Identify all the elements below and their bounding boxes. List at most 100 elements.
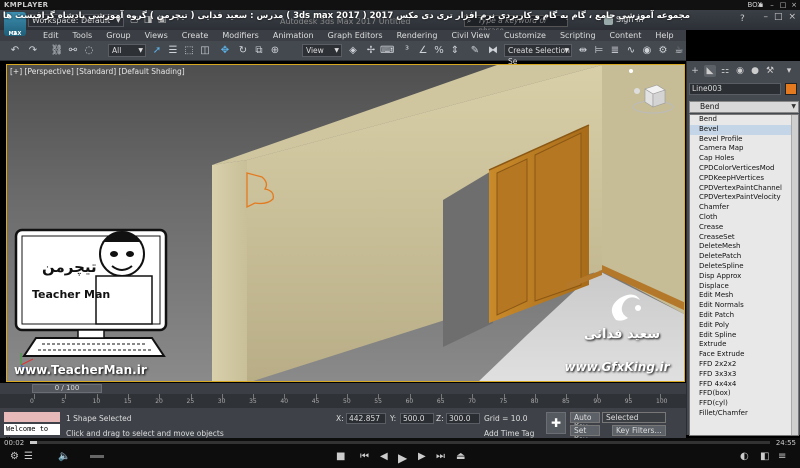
subtitle-icon[interactable]: ◧ [760, 451, 769, 462]
maxscript-listener[interactable]: Welcome to M. [4, 424, 60, 444]
modifier-item[interactable]: Cloth [690, 213, 798, 223]
z-coordinate-field[interactable]: 300.0 [446, 413, 480, 424]
modifier-item[interactable]: Crease [690, 223, 798, 233]
menu-create[interactable]: Create [175, 30, 216, 41]
forward-icon[interactable]: ▶ [418, 451, 426, 462]
select-object-icon[interactable]: ➚ [150, 44, 164, 58]
select-manipulate-icon[interactable]: ✢ [364, 44, 378, 58]
modifier-item[interactable]: Edit Mesh [690, 291, 798, 301]
render-icon[interactable]: ☕ [672, 44, 686, 58]
menu-icon[interactable]: ≡ [778, 451, 786, 462]
percent-snap-icon[interactable]: % [432, 44, 446, 58]
edit-named-sets-icon[interactable]: ✎ [468, 44, 482, 58]
key-filters-button[interactable]: Key Filters... [612, 425, 666, 436]
modifier-item[interactable]: DeleteMesh [690, 242, 798, 252]
menu-help[interactable]: Help [648, 30, 680, 41]
x-coordinate-field[interactable]: 442.857 [346, 413, 386, 424]
modifier-item[interactable]: Cap Holes [690, 154, 798, 164]
menu-civil-view[interactable]: Civil View [444, 30, 497, 41]
menu-scripting[interactable]: Scripting [553, 30, 603, 41]
modifier-item[interactable]: FFD(box) [690, 389, 798, 399]
minimize-icon[interactable]: – [768, 0, 776, 10]
menu-graph-editors[interactable]: Graph Editors [321, 30, 390, 41]
modifier-item[interactable]: Bend [690, 115, 798, 125]
y-coordinate-field[interactable]: 500.0 [400, 413, 434, 424]
object-name-field[interactable]: Line003 [689, 83, 781, 95]
selection-filter-dropdown[interactable]: All ▼ [108, 44, 146, 57]
angle-snap-icon[interactable]: ∠ [416, 44, 430, 58]
snaps-toggle-icon[interactable]: ³ [400, 44, 414, 58]
modifier-item[interactable]: CPDVertexPaintVelocity [690, 193, 798, 203]
modifier-item[interactable]: Bevel Profile [690, 135, 798, 145]
modifier-item[interactable]: Edit Normals [690, 301, 798, 311]
app-maximize-icon[interactable]: □ [774, 12, 783, 22]
modifier-list-dropdown[interactable]: Bend ▼ [689, 101, 799, 113]
selected-dropdown[interactable]: Selected [602, 412, 666, 423]
layer-explorer-icon[interactable]: ≣ [608, 44, 622, 58]
modifier-list-scrollbar[interactable] [791, 115, 798, 435]
speaker-icon[interactable]: 🔈 [58, 451, 70, 462]
close-icon[interactable]: × [790, 0, 798, 10]
modifier-item[interactable]: Camera Map [690, 144, 798, 154]
modifier-item[interactable]: Fillet/Chamfer [690, 409, 798, 419]
modifier-item[interactable]: Chamfer [690, 203, 798, 213]
add-time-tag-button[interactable]: Add Time Tag [484, 429, 534, 438]
pivot-center-icon[interactable]: ◈ [346, 44, 360, 58]
set-key-icon[interactable]: ✚ [546, 412, 566, 434]
open-file-icon[interactable]: ⏏ [456, 451, 465, 462]
volume-slider[interactable] [90, 455, 104, 458]
redo-icon[interactable]: ↷ [26, 44, 40, 58]
previous-icon[interactable]: ⏮ [360, 451, 369, 462]
capture-icon[interactable]: ◐ [740, 451, 749, 462]
select-by-name-icon[interactable]: ☰ [166, 44, 180, 58]
keyboard-shortcut-icon[interactable]: ⌨ [380, 44, 394, 58]
display-tab-icon[interactable]: ● [749, 65, 761, 77]
pin-icon[interactable]: ▪ [757, 0, 765, 10]
modifier-item[interactable]: Displace [690, 282, 798, 292]
viewport-label[interactable]: [+] [Perspective] [Standard] [Default Sh… [10, 67, 185, 76]
playlist-icon[interactable]: ☰ [24, 451, 33, 462]
app-close-icon[interactable]: × [788, 12, 796, 22]
next-icon[interactable]: ⏭ [436, 451, 445, 462]
motion-tab-icon[interactable]: ◉ [734, 65, 746, 77]
modifier-item[interactable]: CreaseSet [690, 233, 798, 243]
panel-options-icon[interactable]: ▾ [783, 65, 795, 77]
auto-key-button[interactable]: Auto Key [570, 412, 600, 431]
unlink-icon[interactable]: ⚯ [66, 44, 80, 58]
app-minimize-icon[interactable]: – [763, 12, 768, 22]
modifier-item[interactable]: FFD(cyl) [690, 399, 798, 409]
spinner-snap-icon[interactable]: ⇕ [448, 44, 462, 58]
menu-group[interactable]: Group [99, 30, 137, 41]
menu-rendering[interactable]: Rendering [390, 30, 445, 41]
object-color-swatch[interactable] [785, 83, 797, 95]
named-selection-icon[interactable]: ⧓ [486, 44, 500, 58]
modify-tab-icon[interactable]: ◣ [704, 65, 716, 77]
modifier-item[interactable]: FFD 4x4x4 [690, 380, 798, 390]
modifier-item[interactable]: CPDKeepHVertices [690, 174, 798, 184]
named-selection-set-dropdown[interactable]: Create Selection Se ▼ [504, 44, 572, 66]
menu-views[interactable]: Views [138, 30, 175, 41]
settings-icon[interactable]: ⚙ [10, 451, 19, 462]
track-bar[interactable]: 0 5 10 15 20 25 30 35 40 45 50 55 60 65 70 75 80 85 90 95 10… [0, 394, 686, 408]
help-button[interactable]: ? [740, 14, 745, 24]
link-icon[interactable]: ⛓ [50, 44, 64, 58]
set-key-button[interactable]: Set Key [570, 425, 600, 444]
modifier-item[interactable]: Edit Poly [690, 321, 798, 331]
menu-animation[interactable]: Animation [266, 30, 321, 41]
rewind-icon[interactable]: ◀ [380, 451, 388, 462]
curve-editor-icon[interactable]: ∿ [624, 44, 638, 58]
select-and-move-icon[interactable]: ✥ [218, 44, 232, 58]
modifier-item[interactable]: Face Extrude [690, 350, 798, 360]
utilities-tab-icon[interactable]: ⚒ [764, 65, 776, 77]
modifier-item[interactable]: FFD 3x3x3 [690, 370, 798, 380]
stop-icon[interactable]: ■ [336, 451, 345, 462]
align-icon[interactable]: ⊨ [592, 44, 606, 58]
modifier-item[interactable]: Disp Approx [690, 272, 798, 282]
create-tab-icon[interactable]: + [689, 65, 701, 77]
render-setup-icon[interactable]: ⚙ [656, 44, 670, 58]
modifier-item[interactable]: Edit Spline [690, 331, 798, 341]
menu-tools[interactable]: Tools [66, 30, 100, 41]
time-slider[interactable]: 0 / 100 [32, 384, 102, 393]
bind-space-warp-icon[interactable]: ◌ [82, 44, 96, 58]
menu-customize[interactable]: Customize [497, 30, 553, 41]
